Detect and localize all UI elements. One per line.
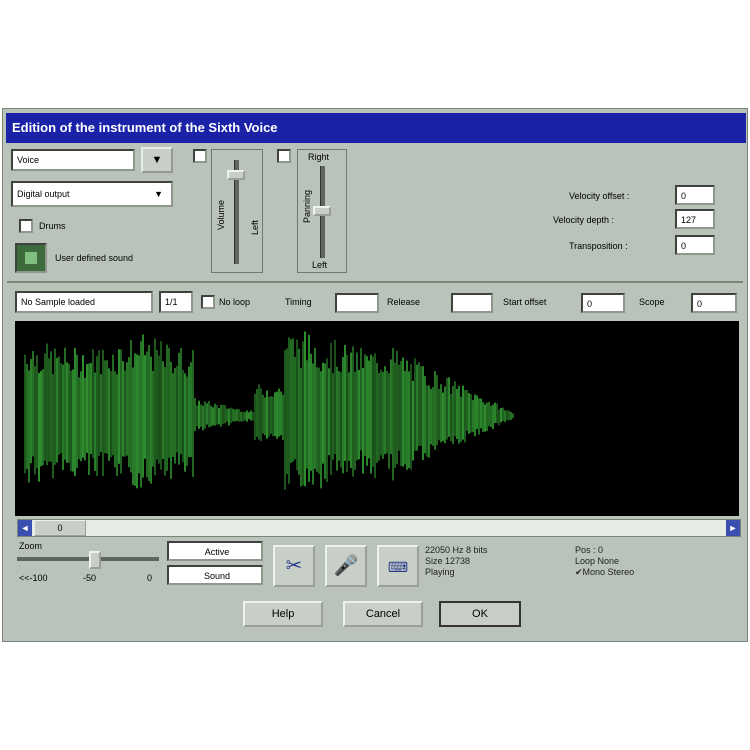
cancel-button[interactable]: Cancel bbox=[343, 601, 423, 627]
mode-combo-1[interactable]: Active bbox=[167, 541, 263, 561]
instrument-name-field[interactable]: Voice bbox=[11, 149, 135, 171]
velocity-offset-label: Velocity offset : bbox=[569, 191, 630, 201]
sample-number[interactable]: 1/1 bbox=[159, 291, 193, 313]
panning-enable-checkbox[interactable] bbox=[277, 149, 291, 163]
checkmark-icon: ✔ bbox=[575, 567, 583, 577]
zoom-label: Zoom bbox=[19, 541, 43, 551]
transposition-input[interactable]: 0 bbox=[675, 235, 715, 255]
zoom-range-right: 0 bbox=[147, 573, 153, 583]
sample-status: Playing bbox=[425, 567, 455, 577]
transposition-label: Transposition : bbox=[569, 241, 628, 251]
loop-label: No loop bbox=[219, 297, 251, 307]
scroll-thumb[interactable]: 0 bbox=[34, 520, 86, 536]
scissors-icon: ✂ bbox=[285, 555, 303, 577]
start-offset-label: Start offset bbox=[503, 297, 547, 307]
zoom-slider-track[interactable] bbox=[17, 557, 159, 561]
panning-bottom-label: Left bbox=[312, 260, 328, 270]
scroll-left-arrow-icon[interactable]: ◄ bbox=[18, 520, 32, 536]
zoom-slider-thumb[interactable] bbox=[89, 551, 101, 569]
waveform-display[interactable] bbox=[15, 321, 739, 516]
window-title: Edition of the instrument of the Sixth V… bbox=[6, 113, 746, 143]
keyboard-icon: ⌨ bbox=[387, 559, 409, 575]
microphone-tool-button[interactable]: 🎤 bbox=[325, 545, 367, 587]
scroll-right-arrow-icon[interactable]: ► bbox=[726, 520, 740, 536]
timing-input[interactable] bbox=[335, 293, 379, 313]
scope-label: Scope bbox=[639, 297, 665, 307]
output-field[interactable]: Digital output ▼ bbox=[11, 181, 173, 207]
position-info: Pos : 0 bbox=[575, 545, 604, 555]
sound-icon bbox=[25, 252, 37, 264]
velocity-depth-label: Velocity depth : bbox=[553, 215, 615, 225]
scroll-position-label: 0 bbox=[57, 523, 63, 533]
waveform-trace bbox=[24, 331, 514, 490]
volume-slider-group: Volume Left bbox=[211, 149, 263, 273]
panning-label: Panning bbox=[302, 190, 312, 224]
panning-slider-thumb[interactable] bbox=[313, 206, 331, 216]
keyboard-tool-button[interactable]: ⌨ bbox=[377, 545, 419, 587]
velocity-depth-input[interactable]: 127 bbox=[675, 209, 715, 229]
help-button[interactable]: Help bbox=[243, 601, 323, 627]
scope-input[interactable]: 0 bbox=[691, 293, 737, 313]
volume-enable-checkbox[interactable] bbox=[193, 149, 207, 163]
panning-slider-group: Right Panning Left bbox=[297, 149, 347, 273]
section-divider bbox=[7, 281, 743, 283]
release-label: Release bbox=[387, 297, 421, 307]
volume-slider-thumb[interactable] bbox=[227, 170, 245, 180]
sample-info-block: 22050 Hz 8 bits Size 12738 Playing bbox=[425, 545, 488, 578]
mode-combo-2[interactable]: Sound bbox=[167, 565, 263, 585]
sample-format: 22050 Hz 8 bits bbox=[425, 545, 488, 555]
loop-checkbox[interactable] bbox=[201, 295, 215, 309]
chevron-down-icon: ▼ bbox=[154, 189, 163, 199]
chevron-down-icon: ▼ bbox=[151, 154, 163, 166]
output-value: Digital output bbox=[17, 189, 70, 199]
microphone-icon: 🎤 bbox=[333, 555, 359, 577]
drums-checkbox[interactable] bbox=[19, 219, 33, 233]
user-sound-checkbox[interactable] bbox=[15, 243, 47, 273]
waveform-scrollbar[interactable]: ◄ 0 ► bbox=[17, 519, 741, 537]
release-input[interactable] bbox=[451, 293, 493, 313]
timing-label: Timing bbox=[285, 297, 312, 307]
channel-info: ✔Mono Stereo bbox=[575, 567, 635, 577]
user-sound-label: User defined sound bbox=[55, 253, 134, 263]
ok-button[interactable]: OK bbox=[439, 601, 521, 627]
drums-label: Drums bbox=[39, 221, 66, 231]
loop-info: Loop None bbox=[575, 556, 620, 566]
volume-label: Volume bbox=[216, 200, 226, 231]
scissors-tool-button[interactable]: ✂ bbox=[273, 545, 315, 587]
zoom-range-mid: -50 bbox=[83, 573, 97, 583]
sample-size: Size 12738 bbox=[425, 556, 471, 566]
start-offset-input[interactable]: 0 bbox=[581, 293, 625, 313]
sample-select[interactable]: No Sample loaded bbox=[15, 291, 153, 313]
position-info-block: Pos : 0 Loop None ✔Mono Stereo bbox=[575, 545, 634, 578]
instrument-editor-window: Edition of the instrument of the Sixth V… bbox=[2, 108, 748, 642]
instrument-name-dropdown-button[interactable]: ▼ bbox=[141, 147, 173, 173]
velocity-offset-input[interactable]: 0 bbox=[675, 185, 715, 205]
zoom-range-left: <<-100 bbox=[19, 573, 48, 583]
volume-sub-label: Left bbox=[250, 220, 260, 236]
panning-top-label: Right bbox=[308, 152, 330, 162]
